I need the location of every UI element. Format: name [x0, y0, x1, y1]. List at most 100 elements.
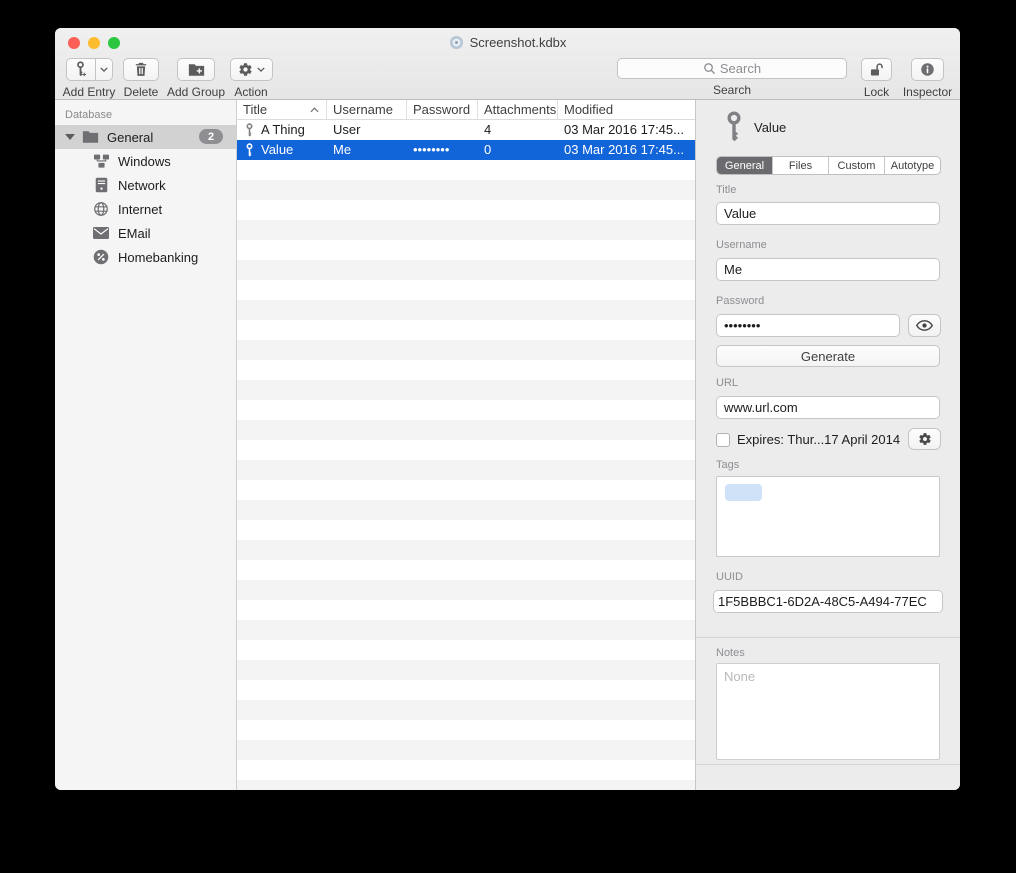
lock-toolbar-item: Lock — [861, 58, 892, 99]
column-label: Username — [333, 102, 393, 117]
inspector-tab-bar: General Files Custom Autotype — [716, 156, 941, 175]
window-title-row: Screenshot.kdbx — [55, 35, 960, 50]
sidebar-item-homebanking[interactable]: Homebanking — [55, 245, 236, 269]
table-row-selected[interactable]: Value Me •••••••• 0 03 Mar 2016 17:45... — [237, 140, 695, 160]
sidebar-item-label: Internet — [118, 202, 162, 217]
password-field[interactable] — [716, 314, 900, 337]
column-header-attachments[interactable]: Attachments — [478, 100, 558, 119]
info-icon — [920, 62, 935, 77]
entry-username: User — [327, 120, 407, 140]
percent-circle-icon — [92, 249, 110, 265]
tab-custom[interactable]: Custom — [829, 157, 885, 174]
column-label: Modified — [564, 102, 613, 117]
sidebar-item-network[interactable]: Network — [55, 173, 236, 197]
tab-files[interactable]: Files — [773, 157, 829, 174]
sidebar-item-general[interactable]: General 2 — [55, 125, 236, 149]
expires-checkbox[interactable] — [716, 433, 730, 447]
reveal-password-button[interactable] — [908, 314, 941, 337]
gear-icon — [238, 62, 253, 77]
key-plus-icon — [74, 61, 87, 78]
search-input[interactable]: Search — [617, 58, 847, 79]
inspector-entry-title: Value — [754, 120, 786, 135]
column-label: Title — [243, 102, 267, 117]
add-entry-button[interactable] — [66, 58, 96, 81]
column-header-title[interactable]: Title — [237, 100, 327, 119]
unlocked-padlock-icon — [869, 62, 884, 78]
notes-field[interactable] — [716, 663, 940, 760]
title-field-label: Title — [716, 184, 736, 196]
entry-attachments: 0 — [478, 140, 558, 160]
disclosure-triangle-icon[interactable] — [65, 134, 75, 140]
sidebar-item-label: General — [107, 130, 153, 145]
tags-field-label: Tags — [716, 459, 739, 471]
inspector-button[interactable] — [911, 58, 944, 81]
add-group-label: Add Group — [167, 85, 225, 99]
column-label: Attachments — [484, 102, 556, 117]
table-row[interactable]: A Thing User 4 03 Mar 2016 17:45... — [237, 120, 695, 140]
inspector-label: Inspector — [903, 85, 952, 99]
tag-token[interactable] — [725, 484, 762, 501]
chevron-down-icon — [100, 67, 108, 72]
entry-modified: 03 Mar 2016 17:45... — [558, 120, 695, 140]
sidebar-item-label: EMail — [118, 226, 151, 241]
inspector-panel: Value General Files Custom Autotype Titl… — [696, 100, 960, 790]
key-icon — [723, 111, 745, 148]
entry-title: A Thing — [261, 120, 305, 140]
screenshot-canvas: Screenshot.kdbx Add Entry — [0, 0, 1016, 873]
tab-autotype[interactable]: Autotype — [885, 157, 940, 174]
sidebar-item-label: Windows — [118, 154, 171, 169]
windows-group-icon — [92, 154, 110, 169]
url-field[interactable] — [716, 396, 940, 419]
folder-icon — [81, 130, 99, 144]
sidebar-item-label: Network — [118, 178, 166, 193]
entry-count-badge: 2 — [199, 129, 223, 144]
table-rows-area[interactable]: A Thing User 4 03 Mar 2016 17:45... Valu… — [237, 120, 695, 790]
lock-button[interactable] — [861, 58, 892, 81]
envelope-icon — [92, 227, 110, 239]
main-area: Database General 2 Windows — [55, 100, 960, 790]
expires-label: Expires: Thur...17 April 2014 — [737, 432, 900, 447]
document-icon — [449, 35, 464, 50]
sort-ascending-icon — [310, 107, 319, 113]
username-field-label: Username — [716, 239, 767, 251]
entry-password: •••••••• — [407, 140, 478, 160]
app-window: Screenshot.kdbx Add Entry — [55, 28, 960, 790]
section-divider — [696, 637, 960, 638]
group-sidebar: Database General 2 Windows — [55, 100, 237, 790]
gear-icon — [918, 432, 932, 446]
tags-field[interactable] — [716, 476, 940, 557]
column-header-username[interactable]: Username — [327, 100, 407, 119]
server-icon — [92, 177, 110, 193]
action-label: Action — [234, 85, 267, 99]
password-field-label: Password — [716, 295, 764, 307]
sidebar-item-email[interactable]: EMail — [55, 221, 236, 245]
add-group-button[interactable] — [177, 58, 215, 81]
folder-plus-icon — [188, 63, 205, 77]
add-entry-dropdown-button[interactable] — [96, 58, 113, 81]
add-entry-toolbar-item: Add Entry — [61, 58, 117, 99]
search-label: Search — [713, 83, 751, 97]
delete-button[interactable] — [123, 58, 159, 81]
action-button[interactable] — [230, 58, 273, 81]
trash-icon — [134, 62, 148, 77]
title-field[interactable] — [716, 202, 940, 225]
generate-password-button[interactable]: Generate — [716, 345, 940, 367]
table-header: Title Username Password Attachments Modi… — [237, 100, 695, 120]
chevron-down-icon — [257, 67, 265, 72]
search-icon — [703, 62, 716, 75]
section-divider — [696, 764, 960, 765]
expires-options-button[interactable] — [908, 428, 941, 450]
entry-password — [407, 120, 478, 140]
username-field[interactable] — [716, 258, 940, 281]
uuid-field[interactable] — [713, 590, 943, 613]
column-header-modified[interactable]: Modified — [558, 100, 695, 119]
sidebar-item-windows[interactable]: Windows — [55, 149, 236, 173]
tab-general[interactable]: General — [717, 157, 773, 174]
window-chrome: Screenshot.kdbx Add Entry — [55, 28, 960, 100]
search-placeholder: Search — [720, 61, 761, 76]
window-title: Screenshot.kdbx — [470, 35, 567, 50]
entry-title: Value — [261, 140, 293, 160]
sidebar-item-internet[interactable]: Internet — [55, 197, 236, 221]
column-header-password[interactable]: Password — [407, 100, 478, 119]
key-icon — [245, 123, 254, 138]
